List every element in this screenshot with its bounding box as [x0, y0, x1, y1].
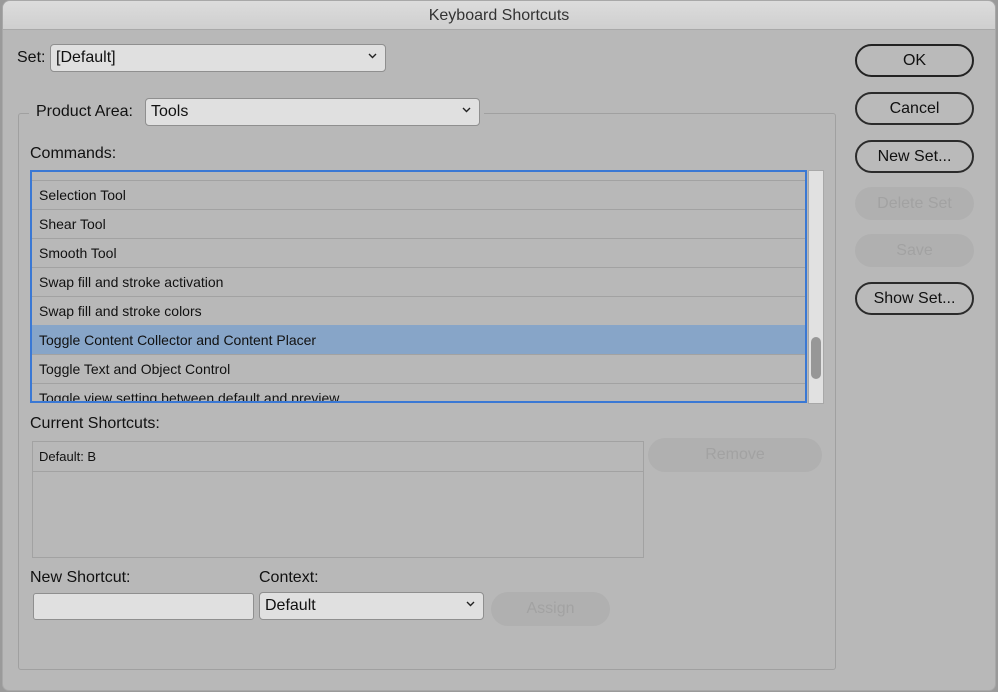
chevron-down-icon: [368, 53, 377, 59]
set-dropdown[interactable]: [Default]: [50, 44, 386, 72]
command-item[interactable]: Toggle view setting between default and …: [32, 383, 805, 401]
command-item[interactable]: Swap fill and stroke colors: [32, 296, 805, 325]
dialog-title: Keyboard Shortcuts: [3, 1, 995, 30]
new-set-button[interactable]: New Set...: [855, 140, 974, 173]
show-set-button[interactable]: Show Set...: [855, 282, 974, 315]
new-shortcut-label: New Shortcut:: [30, 569, 131, 586]
product-area-dropdown-value: Tools: [151, 103, 189, 120]
keyboard-shortcuts-dialog: Keyboard Shortcuts Set: [Default] Produc…: [3, 1, 995, 690]
new-shortcut-input[interactable]: [33, 593, 254, 620]
remove-button[interactable]: Remove: [648, 438, 822, 472]
commands-list[interactable]: Selection Tool Shear Tool Smooth Tool Sw…: [30, 170, 807, 403]
command-item-selected[interactable]: Toggle Content Collector and Content Pla…: [32, 325, 805, 354]
delete-set-button[interactable]: Delete Set: [855, 187, 974, 220]
chevron-down-icon: [462, 107, 471, 113]
context-label: Context:: [259, 569, 319, 586]
commands-scrollbar[interactable]: [808, 170, 824, 404]
assign-button[interactable]: Assign: [491, 592, 610, 626]
chevron-down-icon: [466, 601, 475, 607]
shortcut-item[interactable]: Default: B: [33, 442, 643, 472]
command-item[interactable]: Selection Tool: [32, 180, 805, 209]
scrollbar-thumb[interactable]: [811, 337, 821, 379]
command-item[interactable]: Shear Tool: [32, 209, 805, 238]
ok-button[interactable]: OK: [855, 44, 974, 77]
context-dropdown-value: Default: [265, 597, 316, 614]
set-label: Set:: [17, 49, 46, 66]
context-dropdown[interactable]: Default: [259, 592, 484, 620]
set-dropdown-value: [Default]: [56, 49, 116, 66]
commands-label: Commands:: [30, 145, 117, 162]
cancel-button[interactable]: Cancel: [855, 92, 974, 125]
product-area-dropdown[interactable]: Tools: [145, 98, 480, 126]
command-item[interactable]: Toggle Text and Object Control: [32, 354, 805, 383]
current-shortcuts-list[interactable]: Default: B: [32, 441, 644, 558]
current-shortcuts-label: Current Shortcuts:: [30, 415, 160, 432]
save-button[interactable]: Save: [855, 234, 974, 267]
product-area-label: Product Area:: [36, 103, 133, 120]
command-item[interactable]: Swap fill and stroke activation: [32, 267, 805, 296]
command-item[interactable]: Smooth Tool: [32, 238, 805, 267]
